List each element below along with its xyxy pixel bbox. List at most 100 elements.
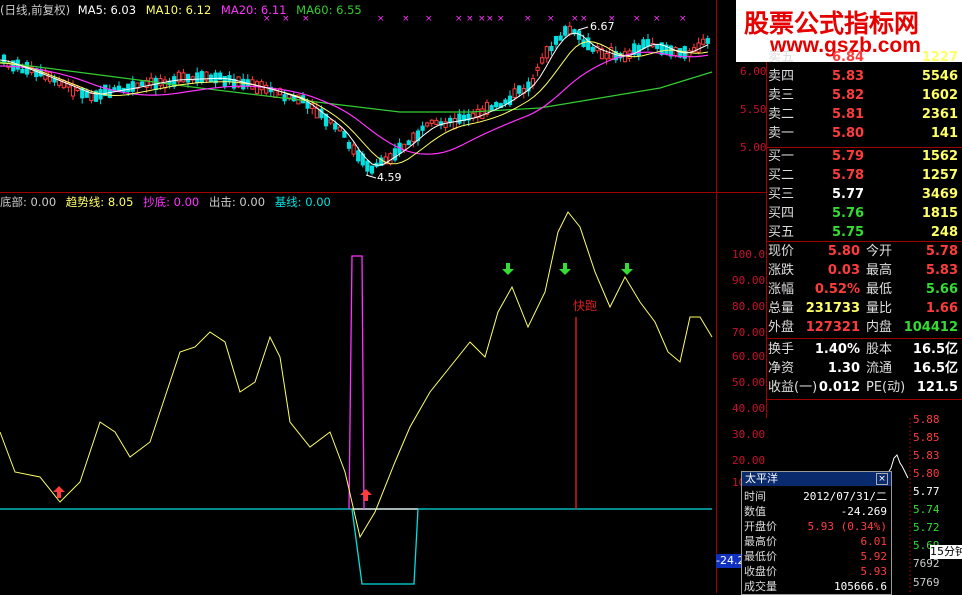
down-arrow-icon: [502, 263, 514, 275]
period-tab[interactable]: 15分钟: [930, 545, 962, 559]
low-price-mark: 4.59: [377, 171, 402, 184]
axis-divider: [716, 0, 717, 593]
indicator-chart[interactable]: [0, 192, 716, 593]
candle-body: [305, 101, 310, 109]
dibu-box: [351, 508, 419, 585]
price-axis-label: 5.00: [740, 141, 767, 154]
candle-body: [429, 119, 434, 124]
signal-x-mark: ×: [302, 14, 310, 24]
buy-level-row[interactable]: 买三 5.77 3469: [768, 185, 962, 204]
down-arrow-icon: [621, 263, 633, 275]
level-price: 6.84: [832, 50, 865, 65]
tooltip-value: -24.269: [840, 505, 887, 518]
stat-row: 现价 5.80 今开 5.78: [768, 242, 962, 261]
chaodi-pulse: [348, 255, 365, 510]
signal-x-mark: ×: [524, 14, 532, 24]
buy-level-row[interactable]: 买一 5.79 1562: [768, 147, 962, 166]
candle-body: [549, 46, 554, 52]
stat-value: 231733: [805, 301, 860, 316]
candle-body: [452, 117, 457, 129]
level-label: 买三: [768, 187, 795, 202]
candle-body: [236, 76, 241, 88]
candle-body: [365, 160, 370, 172]
candle-body: [512, 88, 517, 98]
stat-label: 流通: [866, 361, 893, 376]
candle-body: [20, 68, 25, 74]
candle-body: [337, 126, 342, 132]
tooltip-key: 最低价: [744, 550, 777, 563]
candle-body: [443, 121, 448, 128]
signal-x-mark: ×: [263, 14, 271, 24]
stat-label: 涨幅: [768, 282, 795, 297]
sell-level-row[interactable]: 卖五 6.84 1227: [768, 48, 962, 67]
ma20-line: [0, 51, 709, 155]
stat-value: 0.52%: [814, 282, 860, 297]
stat-label: 最高: [866, 263, 893, 278]
level-label: 卖五: [768, 50, 795, 65]
signal-x-mark: ×: [282, 14, 290, 24]
stat-label: 量比: [866, 301, 893, 316]
stat-label: 总量: [768, 301, 795, 316]
mini-axis-label: 5.72: [913, 521, 940, 534]
orderbook-divider: [766, 399, 962, 400]
stat-label: 涨跌: [768, 263, 795, 278]
signal-x-mark: ×: [455, 14, 463, 24]
tooltip-row: 开盘价 5.93 (0.34%): [744, 519, 889, 534]
candle-body: [535, 66, 540, 71]
candle-body: [540, 57, 545, 64]
signal-x-mark: ×: [580, 14, 588, 24]
stat-value: 16.5亿: [912, 361, 958, 376]
buy-level-row[interactable]: 买二 5.78 1257: [768, 166, 962, 185]
sell-level-row[interactable]: 卖二 5.81 2361: [768, 105, 962, 124]
candle-body: [558, 35, 563, 41]
level-label: 卖二: [768, 107, 795, 122]
close-icon[interactable]: ×: [876, 473, 888, 485]
candle-body: [342, 130, 347, 138]
tooltip-title-text: 太平洋: [745, 472, 778, 485]
price-axis-label: 5.50: [740, 103, 767, 116]
price-axis-label: 6.00: [740, 65, 767, 78]
candle-body: [544, 46, 549, 59]
tooltip-row: 最高价 6.01: [744, 534, 889, 549]
candle-body: [254, 81, 260, 94]
sell-level-row[interactable]: 卖三 5.82 1602: [768, 86, 962, 105]
level-price: 5.82: [832, 88, 865, 103]
stat-row: 涨幅 0.52% 最低 5.66: [768, 280, 962, 299]
mini-axis-label: 5769: [913, 576, 940, 589]
candle-body: [369, 165, 375, 174]
tooltip-key: 最高价: [744, 535, 777, 548]
level-price: 5.79: [832, 149, 865, 164]
stat-value: 1.30: [827, 361, 860, 376]
candle-body: [356, 150, 361, 162]
stat-label: 现价: [768, 244, 795, 259]
candlesticks: [1, 21, 710, 176]
buy-level-row[interactable]: 买五 5.75 248: [768, 223, 962, 242]
indicator-axis-label: 20.00: [732, 454, 766, 467]
level-label: 卖一: [768, 126, 795, 141]
candle-body: [425, 122, 430, 127]
sell-level-row[interactable]: 卖四 5.83 5546: [768, 67, 962, 86]
candle-body: [645, 39, 651, 47]
stat-value: 104412: [903, 320, 958, 335]
up-arrow-icon: [360, 489, 372, 501]
stat-row: 净资 1.30 流通 16.5亿: [768, 359, 962, 378]
level-label: 买五: [768, 225, 795, 240]
signal-x-mark: ×: [425, 14, 433, 24]
signal-marks: × × × × × × × × × × × × × × × × × × ×: [263, 14, 687, 24]
buy-level-row[interactable]: 买四 5.76 1815: [768, 204, 962, 223]
candle-body: [655, 44, 660, 49]
quote-divider: [766, 0, 767, 418]
level-label: 买一: [768, 149, 795, 164]
candle-body: [420, 125, 425, 131]
level-price: 5.78: [832, 168, 865, 183]
signal-x-mark: ×: [466, 14, 474, 24]
stat-label: 内盘: [866, 320, 893, 335]
stat-label: 今开: [866, 244, 893, 259]
stat-row: 涨跌 0.03 最高 5.83: [768, 261, 962, 280]
level-price: 5.76: [832, 206, 865, 221]
sell-level-row[interactable]: 卖一 5.80 141: [768, 124, 962, 143]
candle-body: [687, 50, 692, 57]
signal-x-mark: ×: [478, 14, 486, 24]
tooltip-value: 5.92: [860, 550, 888, 563]
stat-row: 换手 1.40% 股本 16.5亿: [768, 340, 962, 359]
